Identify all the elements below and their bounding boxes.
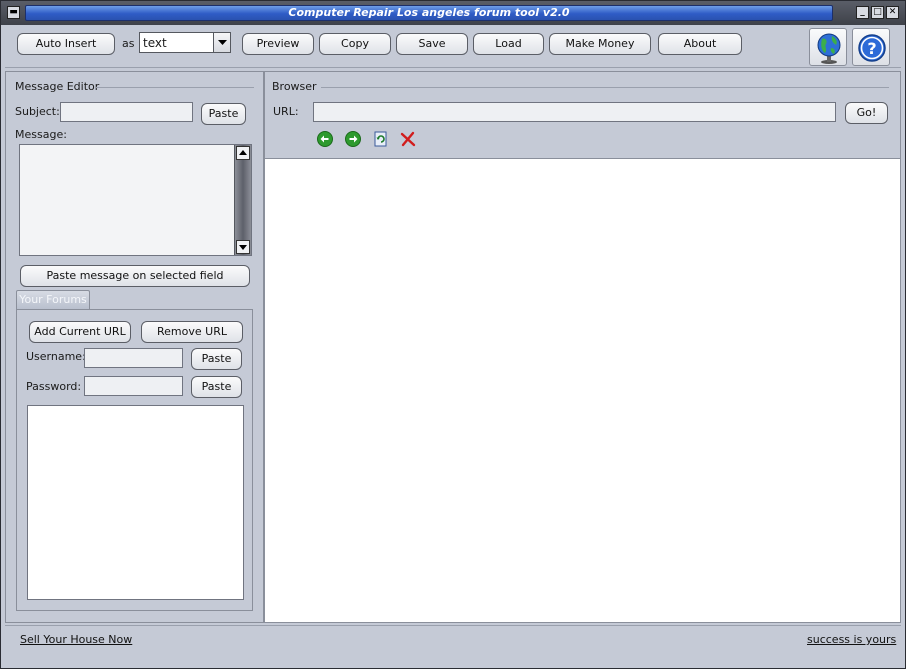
scroll-up-icon[interactable]	[236, 146, 250, 160]
browser-title: Browser	[272, 80, 317, 93]
forum-url-list[interactable]	[27, 405, 244, 600]
subject-paste-button[interactable]: Paste	[201, 103, 246, 125]
window-menu-icon[interactable]: ▬	[7, 6, 20, 19]
browser-content[interactable]	[264, 159, 901, 623]
format-select-value: text	[143, 36, 167, 50]
stop-icon[interactable]	[400, 131, 416, 147]
globe-button[interactable]	[809, 28, 847, 66]
chevron-down-icon[interactable]	[213, 33, 230, 52]
remove-url-button[interactable]: Remove URL	[141, 321, 243, 343]
save-button[interactable]: Save	[396, 33, 468, 55]
divider	[321, 87, 889, 88]
as-label: as	[122, 37, 135, 50]
password-paste-button[interactable]: Paste	[191, 376, 242, 398]
window-title: Computer Repair Los angeles forum tool v…	[25, 5, 833, 21]
message-label: Message:	[15, 128, 67, 141]
subject-input[interactable]	[60, 102, 193, 122]
maximize-icon[interactable]: □	[871, 6, 884, 19]
password-label: Password:	[26, 380, 82, 393]
add-current-url-button[interactable]: Add Current URL	[29, 321, 131, 343]
about-button[interactable]: About	[658, 33, 742, 55]
svg-text:?: ?	[867, 39, 876, 58]
username-paste-button[interactable]: Paste	[191, 348, 242, 370]
tab-your-forums[interactable]: Your Forums	[16, 290, 90, 309]
minimize-icon[interactable]: _	[856, 6, 869, 19]
auto-insert-button[interactable]: Auto Insert	[17, 33, 115, 55]
app-window: ▬ Computer Repair Los angeles forum tool…	[0, 0, 906, 669]
username-label: Username:	[26, 350, 86, 363]
message-scrollbar[interactable]	[234, 145, 251, 255]
username-input[interactable]	[84, 348, 183, 368]
back-arrow-icon[interactable]	[317, 131, 333, 147]
copy-button[interactable]: Copy	[319, 33, 391, 55]
help-icon: ?	[858, 34, 886, 62]
load-button[interactable]: Load	[473, 33, 544, 55]
message-textarea[interactable]	[19, 144, 252, 256]
forward-arrow-icon[interactable]	[345, 131, 361, 147]
url-label: URL:	[273, 105, 299, 118]
title-bar[interactable]: ▬ Computer Repair Los angeles forum tool…	[1, 1, 905, 25]
globe-icon	[817, 33, 841, 64]
format-select[interactable]: text	[139, 32, 231, 53]
go-button[interactable]: Go!	[845, 102, 888, 124]
url-input[interactable]	[313, 102, 836, 122]
password-input[interactable]	[84, 376, 183, 396]
scroll-down-icon[interactable]	[236, 240, 250, 254]
message-editor-title: Message Editor	[15, 80, 100, 93]
toolbar: Auto Insert as text Preview Copy Save Lo…	[5, 26, 901, 68]
preview-button[interactable]: Preview	[242, 33, 314, 55]
subject-label: Subject:	[15, 105, 60, 118]
close-icon[interactable]: ✕	[886, 6, 899, 19]
make-money-button[interactable]: Make Money	[549, 33, 651, 55]
paste-message-button[interactable]: Paste message on selected field	[20, 265, 250, 287]
success-link[interactable]: success is yours	[807, 633, 896, 646]
divider	[96, 87, 254, 88]
refresh-icon[interactable]	[373, 131, 389, 147]
footer	[5, 625, 901, 661]
help-button[interactable]: ?	[852, 28, 890, 66]
sell-house-link[interactable]: Sell Your House Now	[20, 633, 132, 646]
